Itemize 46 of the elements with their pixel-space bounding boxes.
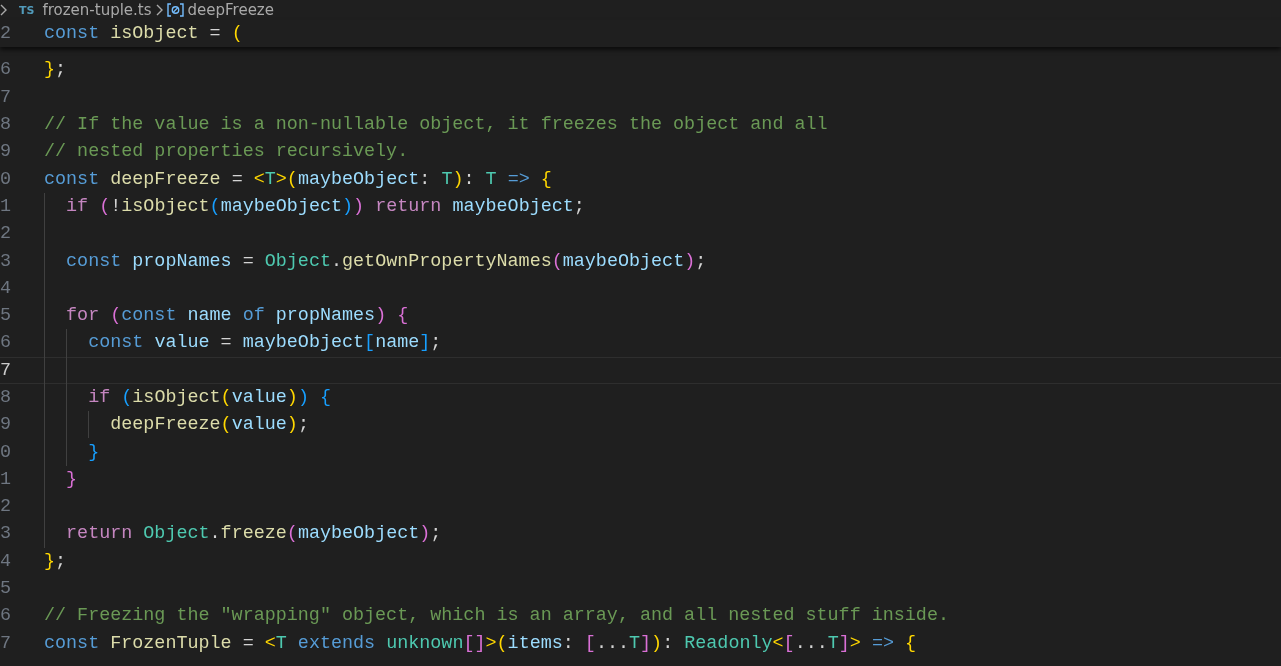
line-number: 1	[0, 195, 12, 217]
breadcrumb-item[interactable]: deepFreeze	[187, 0, 274, 20]
line-number: 5	[0, 305, 12, 327]
line-number: 4	[0, 277, 12, 299]
code-line: const propNames = Object.getOwnPropertyNames(maybeObject);	[66, 250, 707, 272]
line-number: 2	[0, 496, 12, 518]
line-number: 6	[0, 605, 12, 627]
line-number: 7	[0, 632, 12, 654]
code-line: for (const name of propNames) {	[66, 305, 409, 327]
code-line: deepFreeze(value);	[110, 414, 309, 436]
code-line: };	[44, 59, 67, 81]
line-number: 0	[0, 441, 12, 463]
line-number: 0	[0, 168, 12, 190]
line-number: 9	[0, 141, 12, 163]
line-number: 5	[0, 578, 12, 600]
line-number: 8	[0, 387, 12, 408]
code-line: return Object.freeze(maybeObject);	[66, 523, 442, 545]
code-line: const FrozenTuple = <T extends unknown[]>(items: [...T]): Readonly<[...T]> => {	[44, 632, 917, 654]
file-type-label: TS	[19, 3, 35, 17]
line-number: 1	[0, 468, 12, 490]
line-number: 7	[0, 86, 12, 108]
symbol-variable-icon	[166, 3, 184, 17]
line-number: 9	[0, 414, 12, 436]
line-number: 6	[0, 332, 12, 354]
line-number: 3	[0, 523, 12, 545]
code-line: if (!isObject(maybeObject)) return maybeObject;	[66, 195, 585, 217]
code-line: const value = maybeObject[name];	[88, 332, 442, 354]
code-line: }	[66, 468, 78, 490]
code-comment: // If the value is a non-nullable object, it freezes the object and all	[44, 114, 828, 136]
line-number: 4	[0, 550, 12, 572]
code-line: const isObject = (	[44, 23, 243, 45]
line-number: 2	[0, 223, 12, 245]
chevron-right-icon	[0, 4, 7, 16]
code-comment: // Freezing the "wrapping" object, which is an array, and all nested stuff inside.	[44, 605, 949, 627]
code-line: }	[88, 441, 100, 463]
line-number: 2	[0, 23, 12, 45]
code-line: const deepFreeze = <T>(maybeObject: T): T => {	[44, 168, 552, 190]
chevron-right-icon	[155, 4, 163, 16]
line-number: 8	[0, 114, 12, 136]
breadcrumb-item[interactable]: frozen-tuple.ts	[42, 0, 152, 20]
line-number: 3	[0, 250, 12, 272]
code-line: if (isObject(value)) {	[88, 387, 331, 408]
code-comment: // nested properties recursively.	[44, 141, 409, 163]
line-number: 7	[0, 359, 12, 381]
code-line: };	[44, 550, 67, 572]
line-number: 6	[0, 59, 12, 81]
